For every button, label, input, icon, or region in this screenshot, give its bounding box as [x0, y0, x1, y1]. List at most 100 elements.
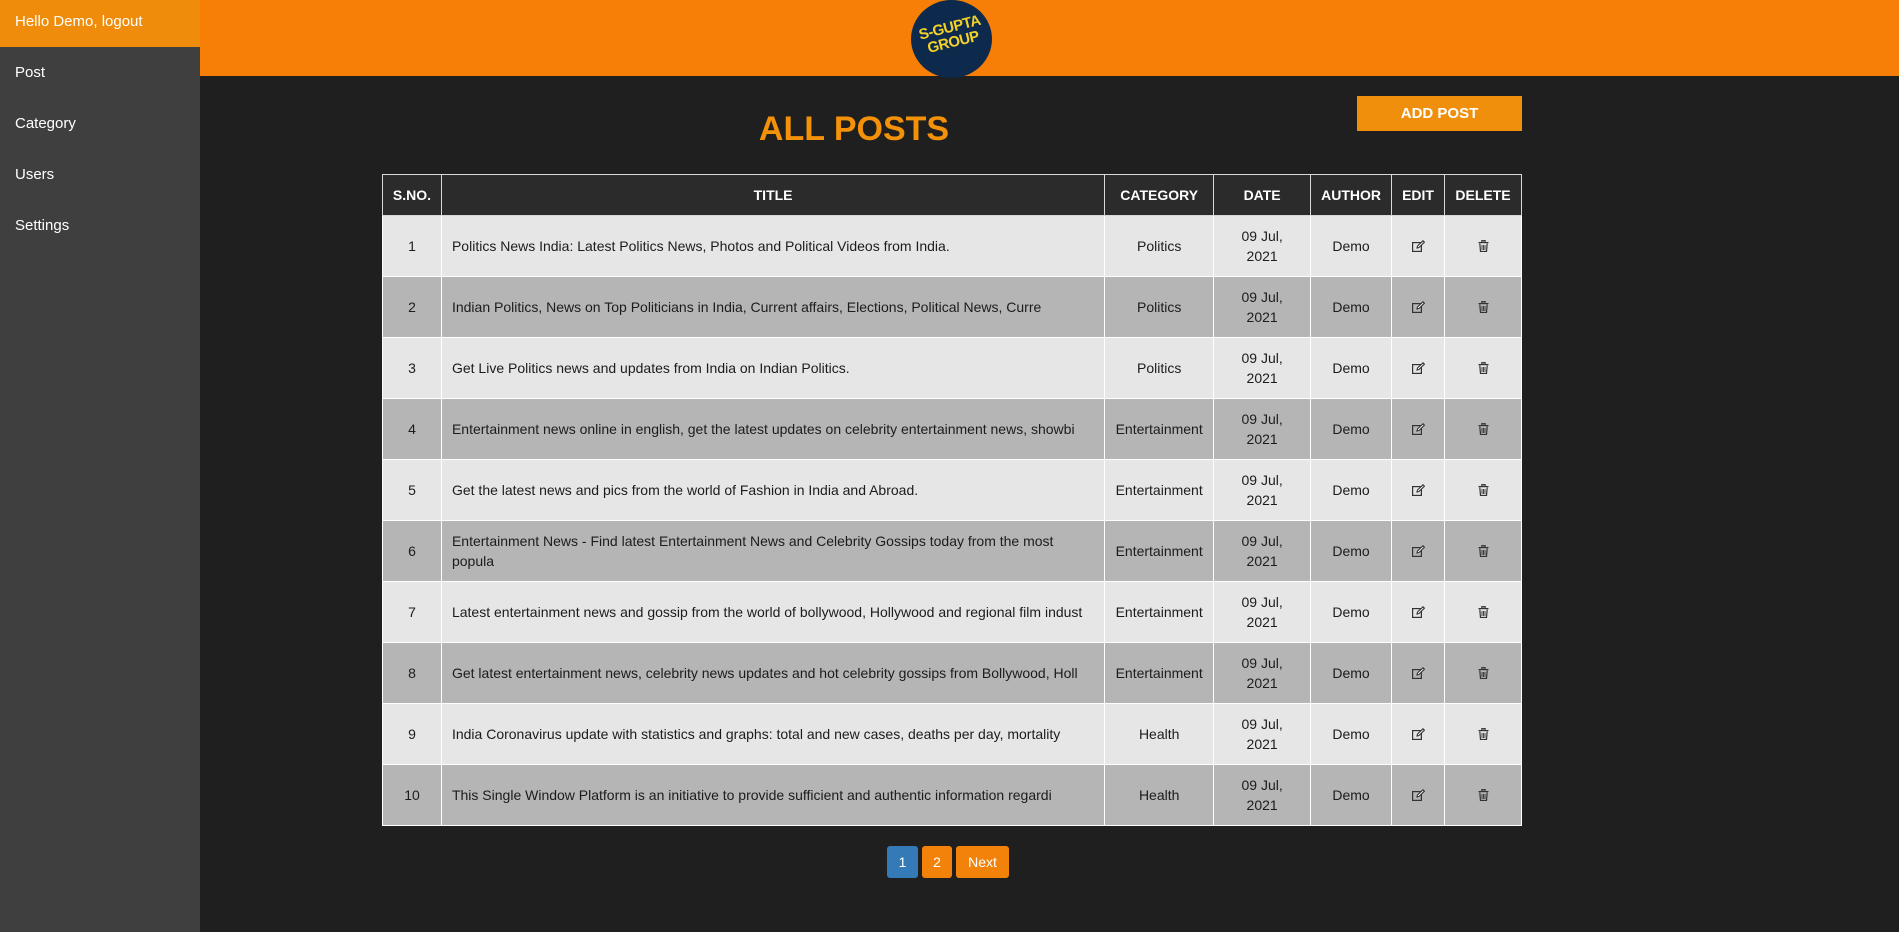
edit-icon[interactable]	[1411, 420, 1425, 440]
cell-edit	[1391, 642, 1445, 704]
page-1-button[interactable]: 1	[887, 846, 918, 878]
pagination: 1 2 Next	[887, 846, 1009, 878]
cell-author: Demo	[1310, 337, 1393, 399]
cell-edit	[1391, 520, 1445, 582]
cell-sno: 5	[382, 459, 442, 521]
edit-icon[interactable]	[1411, 237, 1425, 257]
cell-edit	[1391, 337, 1445, 399]
trash-icon[interactable]	[1478, 481, 1489, 501]
cell-title: Get Live Politics news and updates from …	[440, 337, 1106, 399]
cell-title: Indian Politics, News on Top Politicians…	[440, 276, 1106, 338]
edit-icon[interactable]	[1411, 603, 1425, 623]
cell-author: Demo	[1310, 215, 1393, 277]
logo-text: S-GUPTA GROUP	[911, 11, 992, 60]
cell-date: 09 Jul, 2021	[1213, 642, 1312, 704]
cell-date: 09 Jul, 2021	[1213, 337, 1312, 399]
cell-sno: 9	[382, 703, 442, 765]
trash-icon[interactable]	[1478, 603, 1489, 623]
date-day-month: 09 Jul,	[1241, 594, 1283, 610]
column-header-category: CATEGORY	[1104, 174, 1215, 216]
cell-category: Entertainment	[1104, 581, 1215, 643]
cell-delete	[1444, 215, 1522, 277]
cell-sno: 4	[382, 398, 442, 460]
edit-icon[interactable]	[1411, 359, 1425, 379]
add-post-button[interactable]: ADD POST	[1357, 96, 1522, 131]
cell-author: Demo	[1310, 703, 1393, 765]
sidebar-item-users[interactable]: Users	[0, 149, 200, 200]
trash-icon[interactable]	[1478, 725, 1489, 745]
edit-icon[interactable]	[1411, 542, 1425, 562]
table-row: 2 Indian Politics, News on Top Politician…	[382, 276, 1522, 338]
edit-icon[interactable]	[1411, 298, 1425, 318]
date-year: 2021	[1246, 797, 1278, 813]
date-year: 2021	[1246, 431, 1278, 447]
cell-delete	[1444, 520, 1522, 582]
cell-title: Politics News India: Latest Politics New…	[440, 215, 1106, 277]
cell-title: Get latest entertainment news, celebrity…	[440, 642, 1106, 704]
edit-icon[interactable]	[1411, 725, 1425, 745]
top-header	[200, 0, 1899, 76]
cell-date: 09 Jul, 2021	[1213, 581, 1312, 643]
cell-edit	[1391, 276, 1445, 338]
sidebar-item-post[interactable]: Post	[0, 47, 200, 98]
cell-title: Entertainment news online in english, ge…	[440, 398, 1106, 460]
greeting-logout-link[interactable]: Hello Demo, logout	[0, 0, 200, 47]
cell-category: Entertainment	[1104, 642, 1215, 704]
cell-delete	[1444, 703, 1522, 765]
date-year: 2021	[1246, 248, 1278, 264]
trash-icon[interactable]	[1478, 420, 1489, 440]
column-header-author: AUTHOR	[1310, 174, 1393, 216]
cell-edit	[1391, 581, 1445, 643]
edit-icon[interactable]	[1411, 664, 1425, 684]
trash-icon[interactable]	[1478, 237, 1489, 257]
cell-sno: 8	[382, 642, 442, 704]
date-day-month: 09 Jul,	[1241, 533, 1283, 549]
cell-sno: 7	[382, 581, 442, 643]
table-row: 10 This Single Window Platform is an init…	[382, 764, 1522, 826]
cell-sno: 10	[382, 764, 442, 826]
trash-icon[interactable]	[1478, 664, 1489, 684]
cell-delete	[1444, 764, 1522, 826]
column-header-title: TITLE	[440, 174, 1106, 216]
column-header-date: DATE	[1213, 174, 1312, 216]
trash-icon[interactable]	[1478, 359, 1489, 379]
cell-title: Get the latest news and pics from the wo…	[440, 459, 1106, 521]
next-page-button[interactable]: Next	[956, 846, 1009, 878]
cell-delete	[1444, 276, 1522, 338]
logo[interactable]: S-GUPTA GROUP	[911, 0, 992, 78]
cell-date: 09 Jul, 2021	[1213, 703, 1312, 765]
date-day-month: 09 Jul,	[1241, 777, 1283, 793]
cell-author: Demo	[1310, 459, 1393, 521]
cell-date: 09 Jul, 2021	[1213, 215, 1312, 277]
trash-icon[interactable]	[1478, 786, 1489, 806]
sidebar-item-category[interactable]: Category	[0, 98, 200, 149]
column-header-sno: S.NO.	[382, 174, 442, 216]
cell-delete	[1444, 398, 1522, 460]
date-day-month: 09 Jul,	[1241, 228, 1283, 244]
date-day-month: 09 Jul,	[1241, 716, 1283, 732]
cell-title: Latest entertainment news and gossip fro…	[440, 581, 1106, 643]
cell-category: Politics	[1104, 276, 1215, 338]
page-2-button[interactable]: 2	[922, 846, 952, 878]
date-day-month: 09 Jul,	[1241, 350, 1283, 366]
trash-icon[interactable]	[1478, 298, 1489, 318]
sidebar: Hello Demo, logout Post Category Users S…	[0, 0, 200, 932]
trash-icon[interactable]	[1478, 542, 1489, 562]
date-year: 2021	[1246, 370, 1278, 386]
edit-icon[interactable]	[1411, 786, 1425, 806]
sidebar-item-settings[interactable]: Settings	[0, 200, 200, 251]
cell-category: Health	[1104, 764, 1215, 826]
table-row: 9 India Coronavirus update with statistic…	[382, 703, 1522, 765]
cell-author: Demo	[1310, 642, 1393, 704]
cell-author: Demo	[1310, 276, 1393, 338]
table-row: 7 Latest entertainment news and gossip fr…	[382, 581, 1522, 643]
edit-icon[interactable]	[1411, 481, 1425, 501]
cell-sno: 3	[382, 337, 442, 399]
date-year: 2021	[1246, 309, 1278, 325]
cell-edit	[1391, 764, 1445, 826]
date-day-month: 09 Jul,	[1241, 655, 1283, 671]
cell-category: Entertainment	[1104, 520, 1215, 582]
cell-title: Entertainment News - Find latest Enterta…	[440, 520, 1106, 582]
date-year: 2021	[1246, 675, 1278, 691]
cell-category: Politics	[1104, 337, 1215, 399]
